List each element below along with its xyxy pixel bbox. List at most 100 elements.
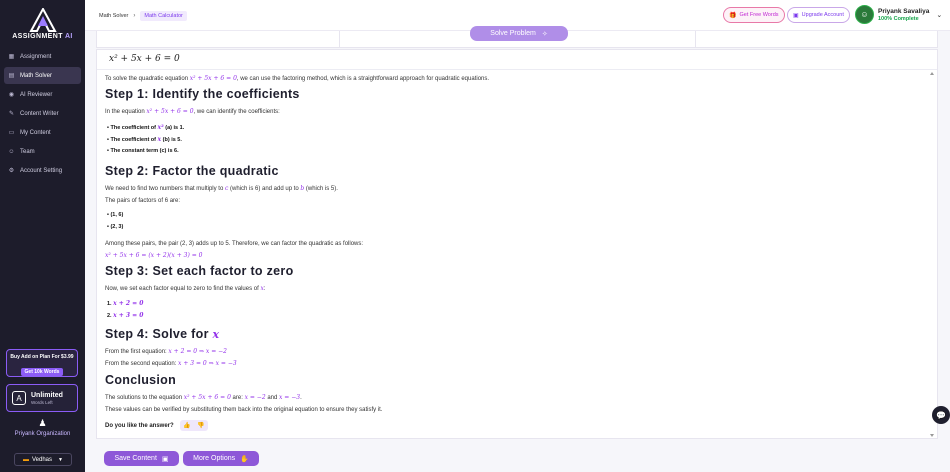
- sidebar-item-math-solver[interactable]: ▤ Math Solver: [4, 67, 81, 84]
- addon-promo[interactable]: Buy Add on Plan For $3.99 Get 10k Words: [6, 349, 78, 377]
- step1-text-a: In the equation: [105, 109, 147, 115]
- sidebar-item-label: AI Reviewer: [20, 91, 53, 98]
- save-content-button[interactable]: Save Content ▣: [104, 451, 179, 466]
- sidebar-item-content-writer[interactable]: ✎ Content Writer: [4, 105, 81, 122]
- solve-problem-label: Solve Problem: [490, 30, 536, 37]
- concl-text-c: and: [265, 395, 280, 401]
- organization-icon: ♟: [38, 418, 47, 428]
- step3-text: Now, we set each factor equal to zero to…: [105, 285, 266, 293]
- list-item: • The constant term (c) is 6.: [107, 148, 179, 154]
- logo-mark-icon: [28, 8, 57, 32]
- sidebar-item-assignment[interactable]: ▦ Assignment: [4, 48, 81, 65]
- user-name: Priyank Savaliya: [878, 7, 930, 15]
- concl-root-2: x = −3: [279, 394, 301, 401]
- thumbs-down-icon[interactable]: 👎: [197, 422, 204, 429]
- list-item: • (1, 6): [107, 212, 124, 218]
- chat-icon[interactable]: 💬: [932, 406, 950, 424]
- sparkle-icon: ✧: [541, 30, 548, 38]
- get-free-words-label: Get Free Words: [739, 12, 779, 18]
- step3-title: Step 3: Set each factor to zero: [105, 264, 294, 278]
- plan-logo-icon: A: [12, 391, 26, 405]
- solve-problem-button[interactable]: Solve Problem ✧: [470, 26, 568, 41]
- divider: [339, 31, 340, 48]
- more-options-label: More Options: [193, 455, 236, 462]
- step3-text-a: Now, we set each factor equal to zero to…: [105, 286, 261, 292]
- chevron-right-icon: ›: [133, 13, 136, 19]
- organization[interactable]: ♟ Priyank Organization: [0, 418, 85, 437]
- scrollbar[interactable]: [930, 72, 934, 437]
- sidebar-item-team[interactable]: ☺ Team: [4, 143, 81, 160]
- coef-a-text: The coefficient of: [110, 125, 158, 131]
- coef-b-text: The coefficient of: [110, 137, 158, 143]
- pair-value: (2, 3): [110, 224, 124, 230]
- chevron-down-icon: ⌄: [936, 11, 943, 19]
- upgrade-account-button[interactable]: ▣ Upgrade Account: [787, 7, 850, 23]
- grid-icon: ▦: [8, 54, 15, 60]
- factored-line: x² + 5x + 6 = (x + 2)(x + 3) = 0: [105, 252, 202, 260]
- sidebar-item-account-setting[interactable]: ⚙ Account Setting: [4, 162, 81, 179]
- concl-equation: x² + 5x + 6 = 0: [183, 394, 231, 401]
- user-menu[interactable]: ☺ Priyank Savaliya 100% Complete ⌄: [855, 5, 942, 24]
- hand-icon: ✋: [240, 455, 249, 463]
- list-item: 1. x + 2 = 0: [107, 300, 144, 307]
- promo-title: Buy Add on Plan For $3.99: [10, 354, 74, 360]
- breadcrumb-item[interactable]: Math Solver: [99, 13, 128, 19]
- equation-bar: x² + 5x + 6 = 0: [97, 50, 937, 70]
- more-options-button[interactable]: More Options ✋: [183, 451, 259, 466]
- step4-line2-text: From the second equation:: [105, 361, 179, 367]
- get-free-words-button[interactable]: 🎁 Get Free Words: [723, 7, 785, 23]
- plan-subtitle: Words Left: [31, 399, 53, 405]
- intro-text: To solve the quadratic equation x² + 5x …: [105, 75, 489, 83]
- get-words-button[interactable]: Get 10k Words: [20, 368, 64, 376]
- solution-card: x² + 5x + 6 = 0 To solve the quadratic e…: [96, 49, 938, 439]
- sidebar-item-ai-reviewer[interactable]: ◉ AI Reviewer: [4, 86, 81, 103]
- language-select[interactable]: ▬ Vedhas ▼: [14, 453, 72, 466]
- list-item: • The coefficient of x (b) is 5.: [107, 136, 182, 143]
- feedback-buttons: 👍 👎: [179, 420, 208, 431]
- list-item: 2. x + 3 = 0: [107, 312, 144, 319]
- coef-a-value: (a) is 1.: [163, 125, 185, 131]
- factored-equation: x² + 5x + 6 = (x + 2)(x + 3) = 0: [105, 252, 203, 259]
- step1-text: In the equation x² + 5x + 6 = 0, we can …: [105, 108, 280, 116]
- intro-text-b: , we can use the factoring method, which…: [236, 76, 490, 82]
- sidebar-item-my-content[interactable]: ▭ My Content: [4, 124, 81, 141]
- sidebar-item-label: Assignment: [20, 53, 52, 60]
- folder-icon: ▭: [8, 130, 15, 136]
- robot-icon: ◉: [8, 92, 15, 98]
- factor-equation: x + 3 = 0: [113, 312, 144, 319]
- step2-text-a: We need to find two numbers that multipl…: [105, 186, 225, 192]
- intro-text-a: To solve the quadratic equation: [105, 76, 190, 82]
- verify-text: These values can be verified by substitu…: [105, 407, 383, 413]
- step3-text-b: :: [263, 286, 266, 292]
- conclusion-text: The solutions to the equation x² + 5x + …: [105, 394, 302, 402]
- coef-c-text: The constant term (c) is 6.: [110, 148, 179, 154]
- plan-title: Unlimited: [31, 391, 63, 399]
- breadcrumb-current: Math Calculator: [140, 11, 187, 21]
- step4-line1-math: x + 2 = 0 ⇒ x = −2: [168, 348, 227, 355]
- save-icon: ▣: [161, 455, 169, 463]
- upgrade-icon: ▣: [793, 12, 799, 19]
- step2-title: Step 2: Factor the quadratic: [105, 164, 279, 178]
- conclusion-title: Conclusion: [105, 373, 177, 387]
- feedback-row: Do you like the answer? 👍 👎: [105, 420, 208, 431]
- concl-root-1: x = −2: [244, 394, 266, 401]
- sidebar-item-label: Team: [20, 148, 35, 155]
- step2-text-c: (which is 5).: [304, 186, 338, 192]
- sidebar: ASSIGNMENT AI ▦ Assignment ▤ Math Solver…: [0, 0, 85, 472]
- logo[interactable]: ASSIGNMENT AI: [0, 8, 85, 40]
- among-text: Among these pairs, the pair (2, 3) adds …: [105, 241, 364, 247]
- list-item: • (2, 3): [107, 224, 124, 230]
- step4-line1: From the first equation: x + 2 = 0 ⇒ x =…: [105, 348, 227, 356]
- sidebar-item-label: My Content: [20, 129, 51, 136]
- intro-equation: x² + 5x + 6 = 0: [189, 75, 237, 82]
- pairs-text: The pairs of factors of 6 are:: [105, 198, 181, 204]
- thumbs-up-icon[interactable]: 👍: [183, 422, 190, 429]
- flag-icon: ▬: [23, 456, 29, 463]
- pair-value: (1, 6): [110, 212, 124, 218]
- input-strip: Solve Problem ✧: [96, 26, 938, 48]
- concl-text-d: .: [300, 395, 302, 401]
- step1-text-b: , we can identify the coefficients:: [193, 109, 280, 115]
- gift-icon: 🎁: [729, 12, 737, 19]
- avatar: ☺: [855, 5, 874, 24]
- step4-line2-math: x + 3 = 0 ⇒ x = −3: [178, 360, 237, 367]
